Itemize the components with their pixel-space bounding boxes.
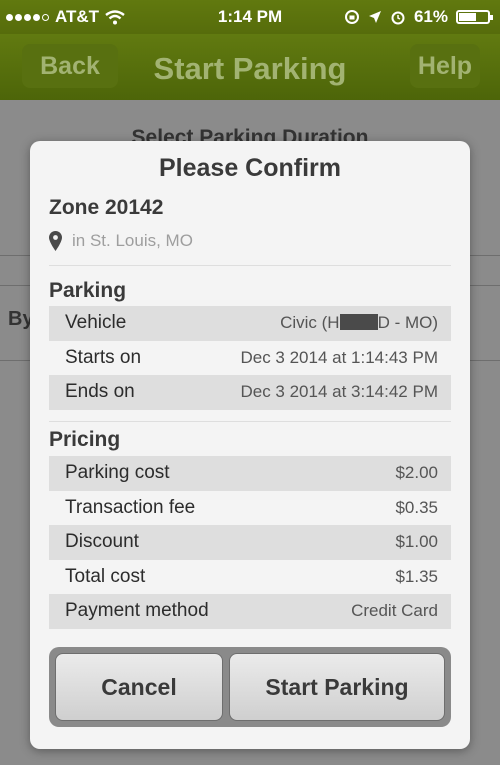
row-value: $0.35 xyxy=(395,497,438,517)
section-divider xyxy=(49,265,451,266)
row-value: $1.35 xyxy=(395,566,438,586)
row-label: Payment method xyxy=(65,600,209,622)
dialog-title: Please Confirm xyxy=(158,154,341,182)
row-label: Starts on xyxy=(65,346,142,368)
row-value: $1.00 xyxy=(395,532,438,552)
row-label: Ends on xyxy=(65,381,135,403)
row-label: Discount xyxy=(65,531,139,553)
parking-cost-row: Parking cost $2.00 xyxy=(49,456,451,491)
status-right: 61% xyxy=(344,7,493,27)
parking-section-label: Parking xyxy=(49,279,127,302)
row-value: Credit Card xyxy=(351,601,438,621)
row-label: Vehicle xyxy=(65,312,127,334)
navbar: Back Start Parking Help xyxy=(0,34,500,100)
battery-percent: 61% xyxy=(413,7,448,26)
battery-icon xyxy=(456,10,493,24)
ends-on-row: Ends on Dec 3 2014 at 3:14:42 PM xyxy=(49,375,451,410)
row-value: $2.00 xyxy=(395,463,438,483)
cancel-button[interactable]: Cancel xyxy=(55,653,223,721)
zone-location: in St. Louis, MO xyxy=(49,231,193,251)
discount-row: Discount $1.00 xyxy=(49,525,451,560)
row-label: Parking cost xyxy=(65,462,170,484)
zone-title: Zone 20142 xyxy=(49,196,164,219)
alarm-icon xyxy=(391,11,405,25)
vehicle-value: Civic (H D - MO) xyxy=(280,313,438,333)
row-value: Dec 3 2014 at 3:14:42 PM xyxy=(240,382,438,402)
vehicle-row: Vehicle Civic (H D - MO) xyxy=(49,306,451,341)
transaction-fee-row: Transaction fee $0.35 xyxy=(49,491,451,526)
total-cost-row: Total cost $1.35 xyxy=(49,560,451,595)
redacted-plate xyxy=(339,314,378,331)
help-button[interactable]: Help xyxy=(410,44,480,88)
battery-fill xyxy=(459,13,476,21)
map-pin-icon xyxy=(49,231,62,251)
pricing-details: Parking cost $2.00 Transaction fee $0.35… xyxy=(49,456,451,629)
row-label: Total cost xyxy=(65,565,146,587)
rotation-lock-icon xyxy=(344,10,359,24)
section-divider xyxy=(49,421,451,422)
starts-on-row: Starts on Dec 3 2014 at 1:14:43 PM xyxy=(49,341,451,376)
dialog-button-bar: Cancel Start Parking xyxy=(49,647,451,727)
status-bar: AT&T 1:14 PM 61% xyxy=(0,0,500,34)
row-label: Transaction fee xyxy=(65,496,196,518)
location-arrow-icon xyxy=(368,11,381,23)
row-value: Dec 3 2014 at 1:14:43 PM xyxy=(240,347,438,367)
payment-method-row: Payment method Credit Card xyxy=(49,594,451,629)
start-parking-button[interactable]: Start Parking xyxy=(229,653,445,721)
parking-details: Vehicle Civic (H D - MO) Starts on Dec 3 … xyxy=(49,306,451,410)
confirm-dialog: Please Confirm Zone 20142 in St. Louis, … xyxy=(30,141,470,749)
location-text: in St. Louis, MO xyxy=(72,231,193,250)
pricing-section-label: Pricing xyxy=(49,428,121,451)
